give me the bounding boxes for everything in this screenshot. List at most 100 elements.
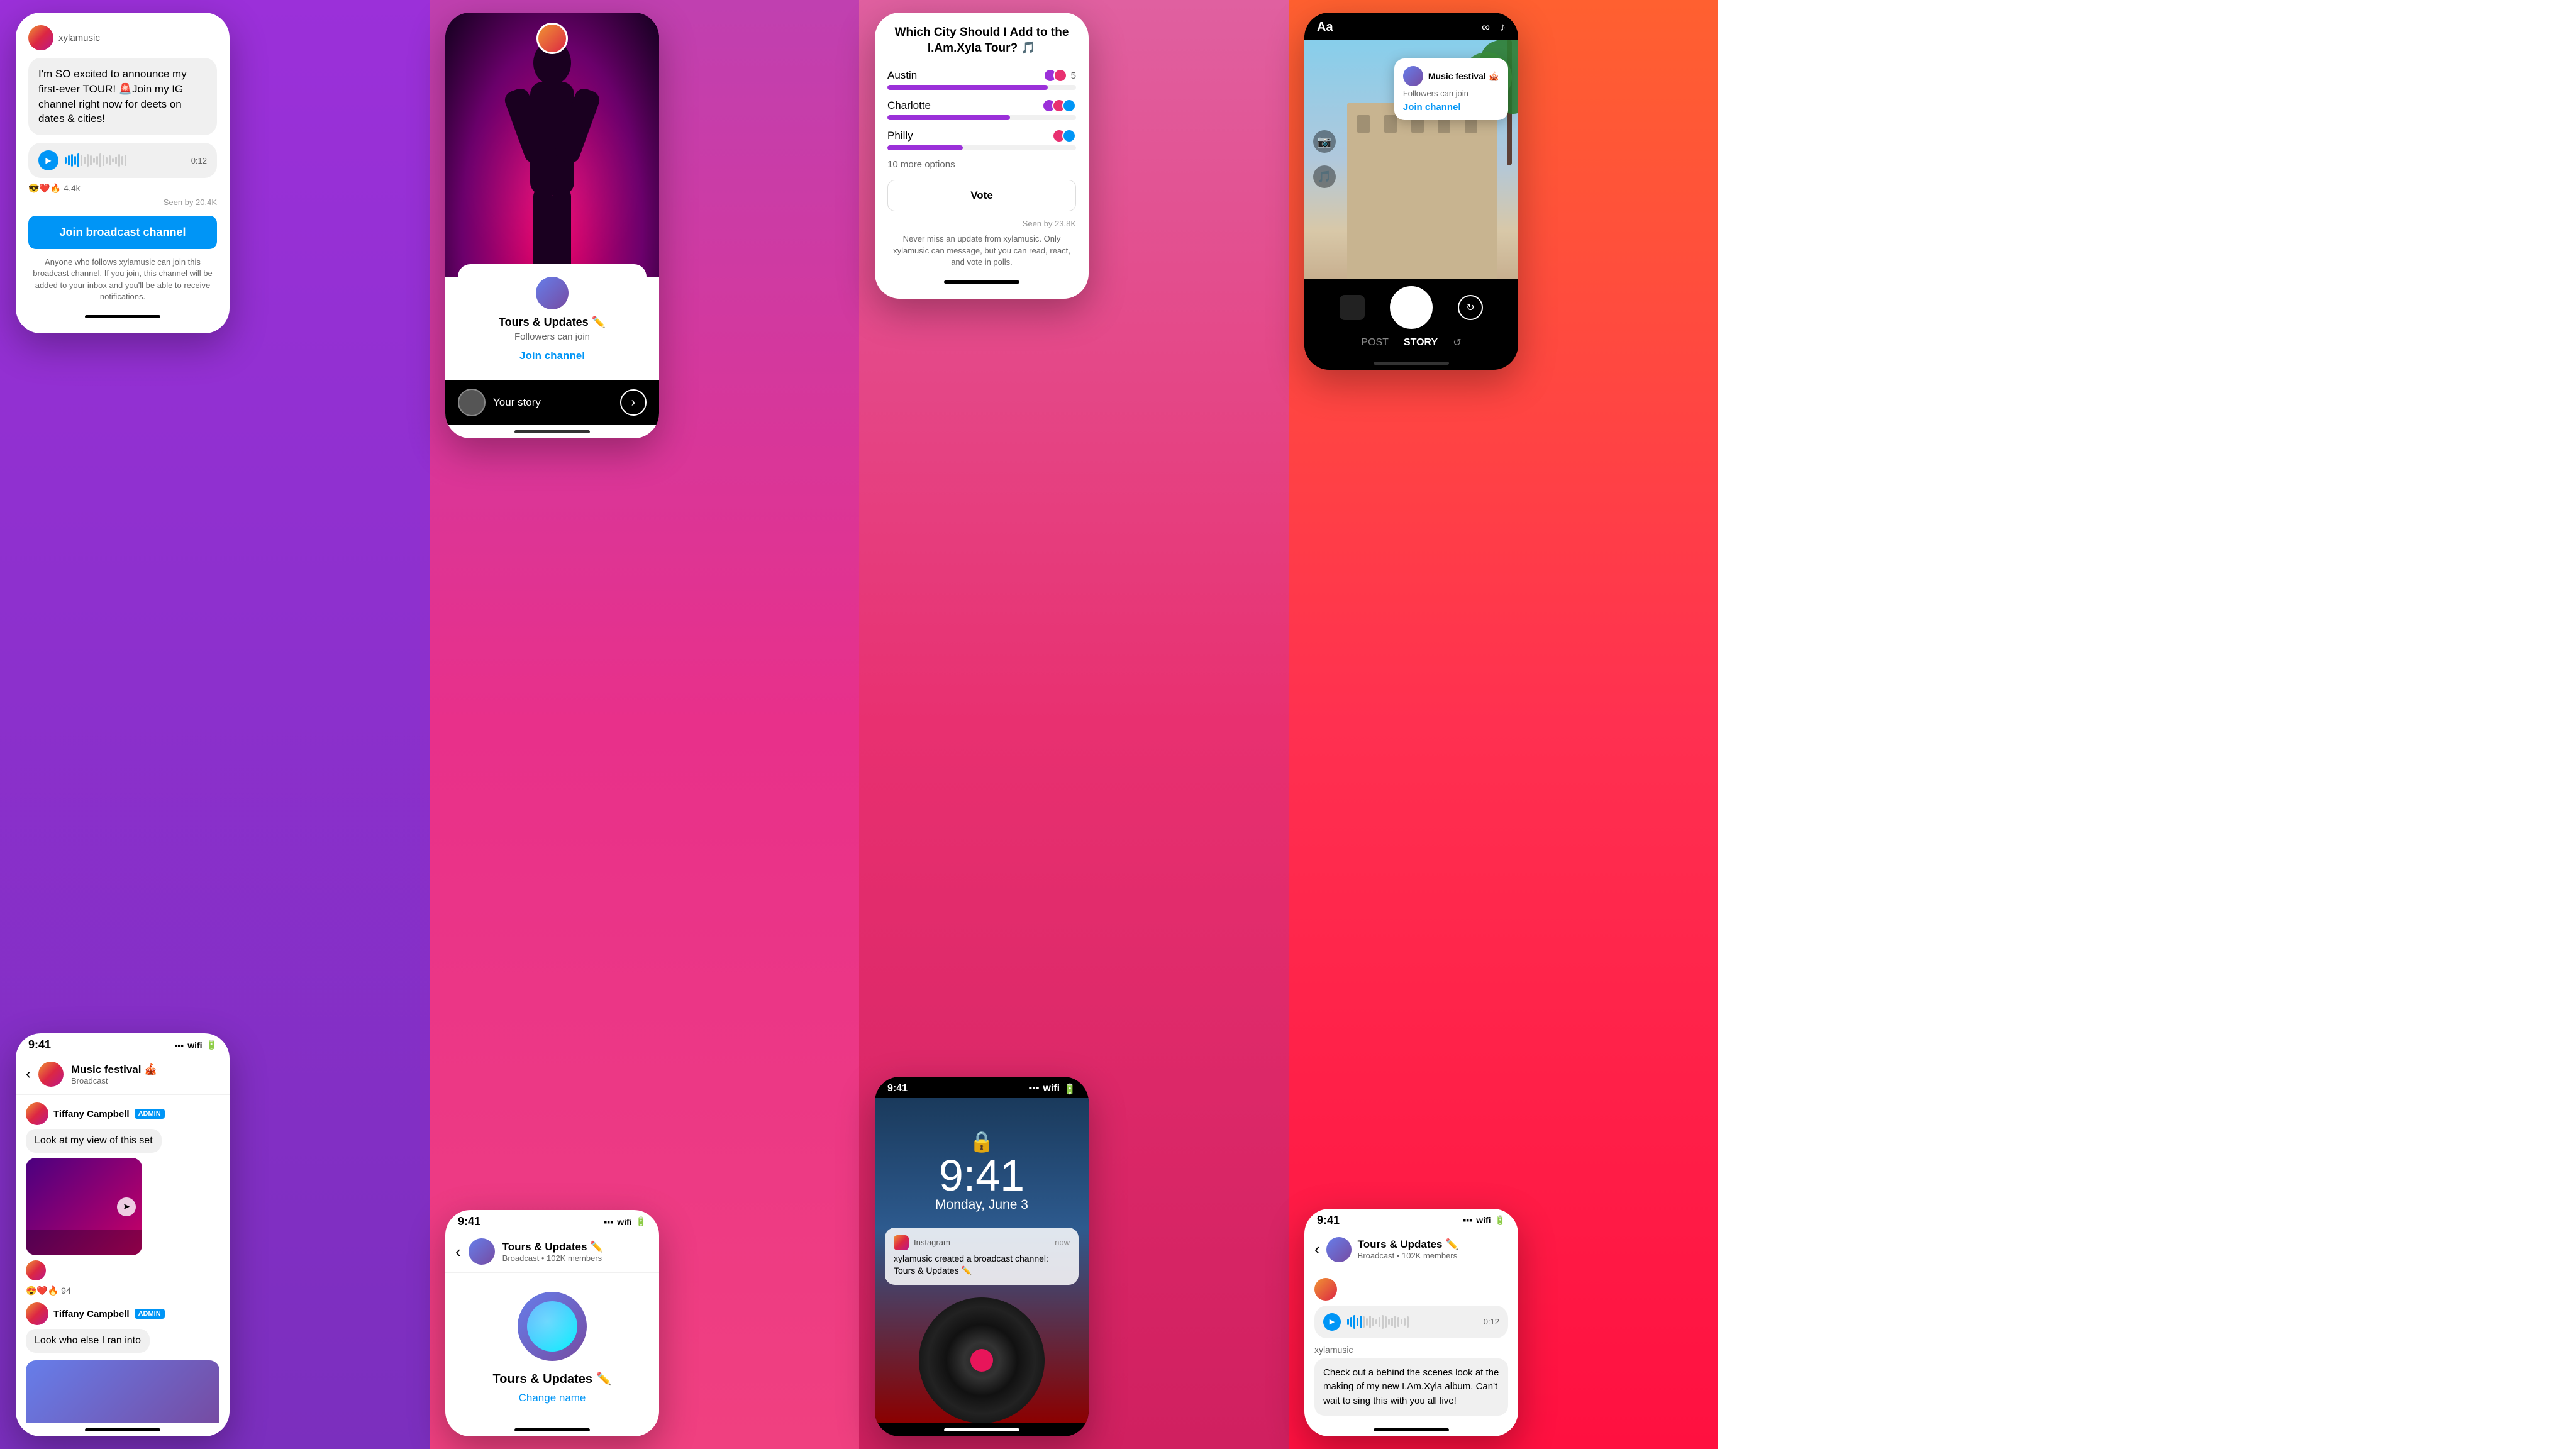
join-broadcast-button[interactable]: Join broadcast channel — [28, 216, 217, 249]
share-button[interactable]: ➤ — [117, 1197, 136, 1216]
home-bar — [85, 315, 160, 318]
message-text-1: Look at my view of this set — [26, 1129, 162, 1153]
lock-screen-view: 🔒 9:41 Monday, June 3 Instagram now xyla… — [875, 1098, 1089, 1423]
mode-story[interactable]: STORY — [1404, 337, 1438, 348]
story-bar: Your story › — [445, 380, 659, 425]
popup-subtitle: Followers can join — [473, 331, 631, 342]
wifi-icon: wifi — [187, 1040, 202, 1050]
battery-icon: 🔋 — [206, 1040, 217, 1050]
channel-header: ‹ Tours & Updates ✏️ Broadcast • 102K me… — [445, 1231, 659, 1273]
msg-avatar — [1326, 1237, 1352, 1262]
audio-player[interactable]: ▶ — [28, 143, 217, 178]
audio-message[interactable]: ▶ — [1314, 1306, 1508, 1338]
city-philly: Philly — [887, 130, 913, 142]
poll-bar-austin — [887, 85, 1048, 90]
channel-avatar — [469, 1238, 495, 1265]
notification-text: xylamusic created a broadcast channel: T… — [894, 1253, 1070, 1277]
camera-view: Music festival 🎪 Followers can join Join… — [1304, 40, 1518, 279]
poll-title: Which City Should I Add to the I.Am.Xyla… — [887, 25, 1076, 56]
sender-avatar-2 — [26, 1260, 46, 1280]
flip-camera-button[interactable]: ↻ — [1458, 295, 1483, 320]
lock-status-bar: 9:41 ▪▪▪ wifi 🔋 — [875, 1077, 1089, 1098]
channel-name-header: Tours & Updates ✏️ — [502, 1241, 604, 1253]
message-text: I'm SO excited to announce my first-ever… — [38, 68, 187, 125]
wifi-2: wifi — [617, 1217, 631, 1227]
battery-lock: 🔋 — [1063, 1083, 1076, 1096]
chat-messages: Tiffany Campbell ADMIN Look at my view o… — [16, 1095, 230, 1360]
vote-count-austin: 5 — [1071, 70, 1076, 81]
change-name-button[interactable]: Change name — [445, 1392, 659, 1423]
story-avatar — [458, 389, 486, 416]
poll-option-austin: Austin 5 — [887, 69, 1076, 90]
seen-note: Seen by 23.8K — [887, 219, 1076, 228]
chat-title: Music festival 🎪 — [71, 1063, 157, 1076]
wifi-lock: wifi — [1043, 1083, 1060, 1096]
notif-time: now — [1055, 1238, 1070, 1247]
status-time: 9:41 — [28, 1038, 51, 1052]
infinity-icon: ∞ — [1482, 21, 1490, 34]
sender-avatar-3 — [26, 1302, 48, 1325]
join-channel-button[interactable]: Join channel — [473, 350, 631, 362]
audio-dur: 0:12 — [1484, 1317, 1499, 1326]
time-3: 9:41 — [1317, 1214, 1340, 1227]
chat-subtitle: Broadcast — [71, 1076, 157, 1085]
status-bar: 9:41 ▪▪▪ wifi 🔋 — [16, 1033, 230, 1054]
signal-2: ▪▪▪ — [604, 1217, 613, 1227]
concert-profile-avatar — [536, 23, 568, 54]
image-reactions: 😍❤️🔥 94 — [26, 1285, 219, 1296]
camera-aa-label: Aa — [1317, 20, 1333, 35]
partial-image — [26, 1360, 219, 1423]
shutter-button[interactable] — [1390, 286, 1433, 329]
lock-screen-phone: 9:41 ▪▪▪ wifi 🔋 🔒 9:41 Monday, June 3 — [875, 1077, 1089, 1436]
camera-bottom-controls: ↻ POST STORY ↺ — [1304, 279, 1518, 357]
music-festival-title: Music festival 🎪 — [1428, 71, 1499, 82]
camera-icon-2[interactable]: 🎵 — [1313, 165, 1336, 188]
mode-refresh[interactable]: ↺ — [1453, 336, 1461, 349]
popup-join-button[interactable]: Join channel — [1403, 102, 1499, 113]
chat-avatar — [38, 1062, 64, 1087]
story-label: Your story — [493, 396, 541, 409]
city-charlotte: Charlotte — [887, 99, 931, 112]
avatar — [28, 25, 53, 50]
back-btn-3[interactable]: ‹ — [1314, 1240, 1320, 1259]
status-icons: ▪▪▪ wifi 🔋 — [174, 1040, 217, 1050]
music-icon: ♪ — [1500, 21, 1506, 34]
battery-2: 🔋 — [636, 1216, 647, 1227]
poll-option-charlotte: Charlotte — [887, 99, 1076, 120]
voter-avatar-2 — [1053, 69, 1067, 82]
music-festival-popup: Music festival 🎪 Followers can join Join… — [1394, 58, 1508, 120]
sender-avatar — [26, 1102, 48, 1125]
lock-icon: 🔒 — [875, 1098, 1089, 1153]
sender-name: Tiffany Campbell — [53, 1109, 130, 1119]
poll-option-philly: Philly — [887, 129, 1076, 150]
signal-icon: ▪▪▪ — [174, 1040, 184, 1050]
message-text-2: Look who else I ran into — [26, 1329, 150, 1353]
play-button[interactable]: ▶ — [38, 150, 58, 170]
message-body: Check out a behind the scenes look at th… — [1323, 1367, 1499, 1406]
sender-row — [1314, 1278, 1508, 1301]
vinyl-center — [970, 1349, 993, 1372]
gallery-thumbnail[interactable] — [1340, 295, 1365, 320]
home-bar-3 — [514, 430, 590, 433]
popup-header: Music festival 🎪 — [1403, 66, 1499, 86]
story-next-button[interactable]: › — [620, 389, 647, 416]
status-bar-2: 9:41 ▪▪▪ wifi 🔋 — [445, 1210, 659, 1231]
back-btn-2[interactable]: ‹ — [455, 1242, 461, 1262]
back-button[interactable]: ‹ — [26, 1065, 31, 1083]
vote-button[interactable]: Vote — [887, 180, 1076, 211]
channel-username: xylamusic — [58, 33, 100, 43]
home-bar-4 — [514, 1428, 590, 1431]
msg-broadcast-info: Broadcast • 102K members — [1358, 1251, 1459, 1260]
mode-post[interactable]: POST — [1361, 337, 1389, 348]
channel-name-display: Tours & Updates ✏️ — [445, 1371, 659, 1387]
city-austin: Austin — [887, 69, 917, 82]
channel-icon-large — [518, 1292, 587, 1361]
time-display: 9:41 — [458, 1215, 480, 1228]
audio-play-btn[interactable]: ▶ — [1323, 1313, 1341, 1331]
battery-3: 🔋 — [1495, 1215, 1506, 1226]
notification-card: Instagram now xylamusic created a broadc… — [885, 1228, 1079, 1285]
waveform — [65, 153, 185, 168]
camera-icon-1[interactable]: 📷 — [1313, 130, 1336, 153]
popup-title: Tours & Updates ✏️ — [473, 316, 631, 329]
performer-silhouette — [502, 38, 602, 277]
